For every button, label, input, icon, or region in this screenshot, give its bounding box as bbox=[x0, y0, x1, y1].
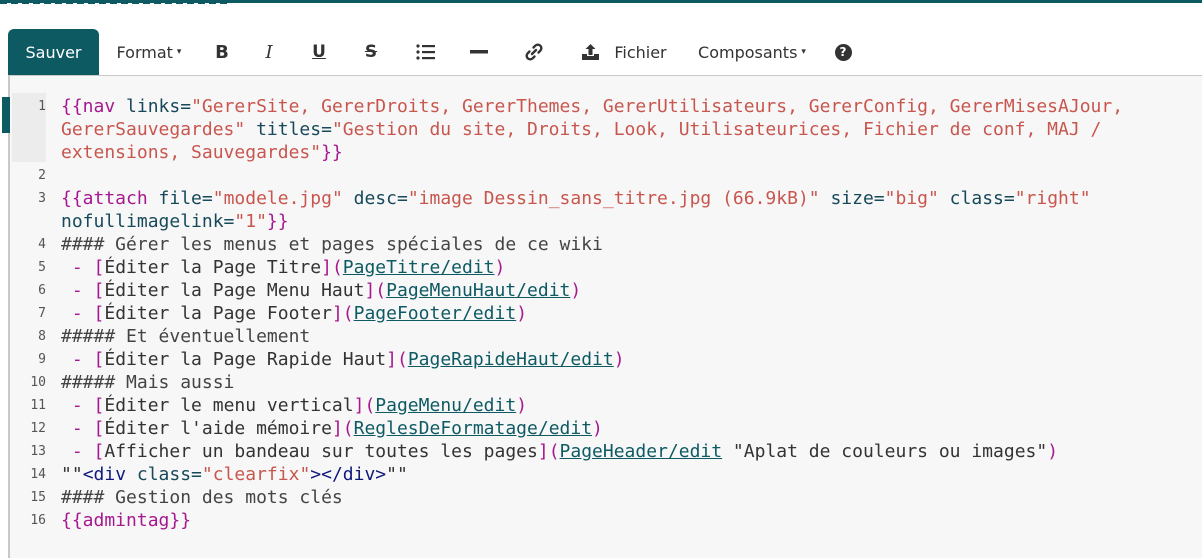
line-number: 10 bbox=[30, 375, 46, 390]
code-line: 9 - [Éditer la Page Rapide Haut](PageRap… bbox=[10, 348, 1202, 371]
code-link[interactable]: PageMenu/edit bbox=[375, 395, 516, 416]
code-link[interactable]: PageMenuHaut/edit bbox=[386, 280, 570, 301]
code-line-wrap: nofullimagelink="1"}} bbox=[61, 211, 289, 232]
code-link[interactable]: PageHeader/edit bbox=[560, 441, 723, 462]
code-line: 2 bbox=[10, 164, 1202, 187]
code-line: 14 ""<div class="clearfix"></div>"" bbox=[10, 463, 1202, 486]
line-number: 6 bbox=[38, 283, 46, 298]
code-line: 5 - [Éditer la Page Titre](PageTitre/edi… bbox=[10, 256, 1202, 279]
line-number: 7 bbox=[38, 306, 46, 321]
code-line: 1 {{nav links="GererSite, GererDroits, G… bbox=[10, 95, 1202, 118]
strikethrough-icon: S bbox=[364, 42, 378, 62]
underline-button[interactable]: U bbox=[293, 29, 345, 75]
code-lines: 1 {{nav links="GererSite, GererDroits, G… bbox=[10, 95, 1202, 532]
save-button[interactable]: Sauver bbox=[8, 29, 99, 75]
code-line-wrap: GererSauvegardes" titles="Gestion du sit… bbox=[61, 119, 1102, 140]
active-line-marker bbox=[2, 97, 10, 133]
code-line: 3 {{attach file="modele.jpg" desc="image… bbox=[10, 187, 1202, 210]
line-number: 8 bbox=[38, 329, 46, 344]
chevron-down-icon: ▾ bbox=[801, 47, 806, 57]
horizontal-rule-button[interactable] bbox=[455, 29, 503, 75]
code-line: 8 ##### Et éventuellement bbox=[10, 325, 1202, 348]
link-icon bbox=[525, 43, 543, 61]
line-number: 11 bbox=[30, 398, 46, 413]
line-number: 12 bbox=[30, 421, 46, 436]
header-fragment bbox=[0, 0, 230, 6]
line-number: 1 bbox=[38, 99, 46, 114]
components-label: Composants bbox=[698, 42, 798, 62]
line-number: 2 bbox=[38, 168, 46, 183]
code-text: #### Gérer les menus et pages spéciales … bbox=[61, 234, 603, 255]
line-number: 13 bbox=[30, 444, 46, 459]
code-text: ##### Et éventuellement bbox=[61, 326, 311, 347]
code-editor[interactable]: 1 {{nav links="GererSite, GererDroits, G… bbox=[2, 75, 1202, 558]
code-text: ##### Mais aussi bbox=[61, 372, 235, 393]
upload-icon bbox=[582, 44, 600, 60]
italic-button[interactable]: I bbox=[245, 29, 293, 75]
code-text: #### Gestion des mots clés bbox=[61, 487, 343, 508]
italic-icon: I bbox=[265, 41, 273, 63]
code-token: {{nav bbox=[61, 96, 127, 117]
line-number: 5 bbox=[38, 260, 46, 275]
code-link[interactable]: ReglesDeFormatage/edit bbox=[354, 418, 592, 439]
file-label: Fichier bbox=[614, 42, 667, 62]
list-button[interactable] bbox=[397, 29, 455, 75]
code-line: 16 {{admintag}} bbox=[10, 509, 1202, 532]
code-line-wrap: extensions, Sauvegardes"}} bbox=[61, 142, 343, 163]
link-button[interactable] bbox=[503, 29, 565, 75]
help-button[interactable]: ? bbox=[821, 29, 865, 75]
code-line: 11 - [Éditer le menu vertical](PageMenu/… bbox=[10, 394, 1202, 417]
file-upload-button[interactable]: Fichier bbox=[565, 29, 683, 75]
code-line: 12 - [Éditer l'aide mémoire](ReglesDeFor… bbox=[10, 417, 1202, 440]
line-number: 9 bbox=[38, 352, 46, 367]
line-number: 15 bbox=[30, 490, 46, 505]
code-line: 7 - [Éditer la Page Footer](PageFooter/e… bbox=[10, 302, 1202, 325]
list-icon bbox=[416, 44, 435, 60]
code-link[interactable]: PageFooter/edit bbox=[354, 303, 517, 324]
format-dropdown[interactable]: Format ▾ bbox=[99, 29, 199, 75]
help-icon: ? bbox=[834, 43, 852, 61]
code-text: {{admintag}} bbox=[61, 510, 192, 531]
code-line: 10 ##### Mais aussi bbox=[10, 371, 1202, 394]
bold-icon: B bbox=[215, 41, 229, 63]
code-line: 15 #### Gestion des mots clés bbox=[10, 486, 1202, 509]
code-line: 4 #### Gérer les menus et pages spéciale… bbox=[10, 233, 1202, 256]
code-line: 13 - [Afficher un bandeau sur toutes les… bbox=[10, 440, 1202, 463]
line-number: 4 bbox=[38, 237, 46, 252]
code-line: 6 - [Éditer la Page Menu Haut](PageMenuH… bbox=[10, 279, 1202, 302]
line-number: 3 bbox=[38, 191, 46, 206]
code-link[interactable]: PageRapideHaut/edit bbox=[408, 349, 614, 370]
components-dropdown[interactable]: Composants ▾ bbox=[683, 29, 821, 75]
editor-toolbar: Sauver Format ▾ B I U S Fichier Composant… bbox=[8, 29, 1202, 75]
chevron-down-icon: ▾ bbox=[176, 47, 182, 57]
code-text: {{nav links="GererSite, GererDroits, Ger… bbox=[61, 96, 1124, 117]
line-number: 14 bbox=[30, 467, 46, 482]
format-label: Format bbox=[116, 42, 173, 62]
strikethrough-button[interactable]: S bbox=[345, 29, 397, 75]
line-number: 16 bbox=[30, 513, 46, 528]
minus-icon bbox=[470, 50, 488, 54]
underline-icon: U bbox=[312, 42, 326, 62]
code-link[interactable]: PageTitre/edit bbox=[343, 257, 495, 278]
bold-button[interactable]: B bbox=[199, 29, 245, 75]
